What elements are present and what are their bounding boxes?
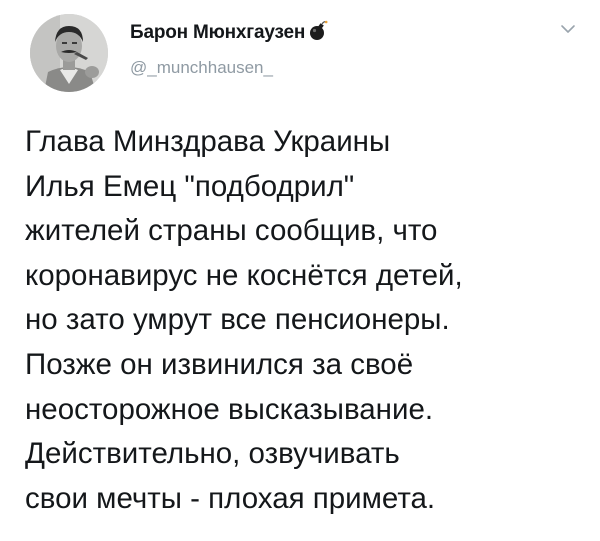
tweet-text-line: жителей страны сообщив, что	[25, 214, 438, 248]
author-name-row[interactable]: Барон Мюнхгаузен	[130, 20, 328, 46]
tweet-text-line: Позже он извинился за своё	[25, 347, 414, 381]
tweet-text-line: но зато умрут все пенсионеры.	[25, 303, 450, 337]
tweet-text-line: неосторожное высказывание.	[25, 392, 434, 426]
tweet-text-line: свои мечты - плохая примета.	[25, 481, 436, 515]
tweet-card: Барон Мюнхгаузен @_munchhausen_ Глава Ми…	[0, 0, 600, 541]
chevron-down-icon[interactable]	[560, 22, 576, 34]
tweet-text: Глава Минздрава Украины Илья Емец "подбо…	[25, 120, 590, 521]
author-avatar[interactable]	[30, 14, 108, 92]
tweet-text-line: коронавирус не коснётся детей,	[25, 258, 463, 292]
author-display-name[interactable]: Барон Мюнхгаузен	[130, 22, 305, 44]
avatar-photo	[30, 14, 108, 92]
tweet-text-line: Действительно, озвучивать	[25, 437, 400, 471]
bomb-icon	[308, 20, 328, 42]
tweet-text-line: Глава Минздрава Украины	[25, 125, 391, 158]
author-handle[interactable]: @_munchhausen_	[130, 58, 273, 78]
tweet-text-line: Илья Емец "подбодрил"	[25, 169, 355, 203]
